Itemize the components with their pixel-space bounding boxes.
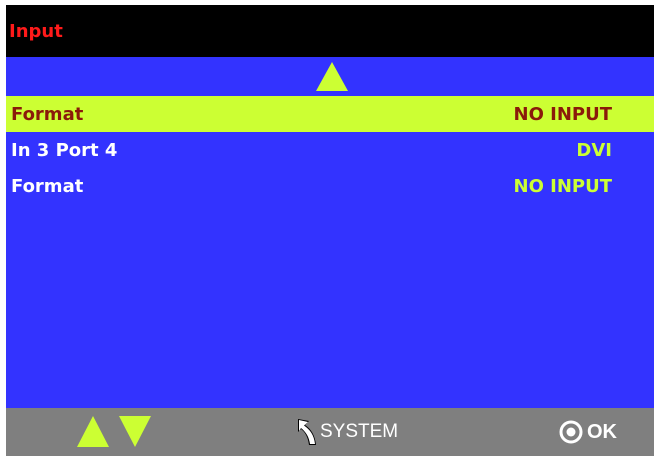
menu-row-port[interactable]: In 3 Port 4 DVI	[6, 132, 654, 168]
footer-bar: SYSTEM OK	[6, 408, 654, 456]
return-arrow-icon	[298, 419, 316, 445]
menu-list: Format NO INPUT In 3 Port 4 DVI Format N…	[6, 96, 654, 204]
menu-row-label: Format	[11, 176, 84, 197]
menu-row-format-selected[interactable]: Format NO INPUT	[6, 96, 654, 132]
menu-row-label: Format	[11, 104, 84, 125]
page-title: Input	[9, 21, 63, 42]
triangle-up-icon[interactable]	[77, 416, 109, 447]
menu-row-value: NO INPUT	[513, 176, 612, 197]
system-back-button[interactable]: SYSTEM	[296, 417, 398, 447]
triangle-up-icon[interactable]	[316, 62, 348, 91]
menu-row-label: In 3 Port 4	[11, 140, 118, 161]
menu-row-value: NO INPUT	[513, 104, 612, 125]
scroll-up-row[interactable]	[6, 57, 654, 96]
menu-row-format[interactable]: Format NO INPUT	[6, 168, 654, 204]
ok-label: OK	[587, 420, 617, 443]
input-menu-screen: Input Format NO INPUT In 3 Port 4 DVI Fo…	[6, 5, 654, 456]
system-label: SYSTEM	[320, 421, 399, 442]
menu-row-value: DVI	[576, 140, 612, 161]
title-bar: Input	[6, 5, 654, 57]
circle-dot-icon	[559, 420, 583, 444]
ok-button[interactable]: OK	[559, 417, 617, 447]
triangle-down-icon[interactable]	[119, 416, 151, 447]
